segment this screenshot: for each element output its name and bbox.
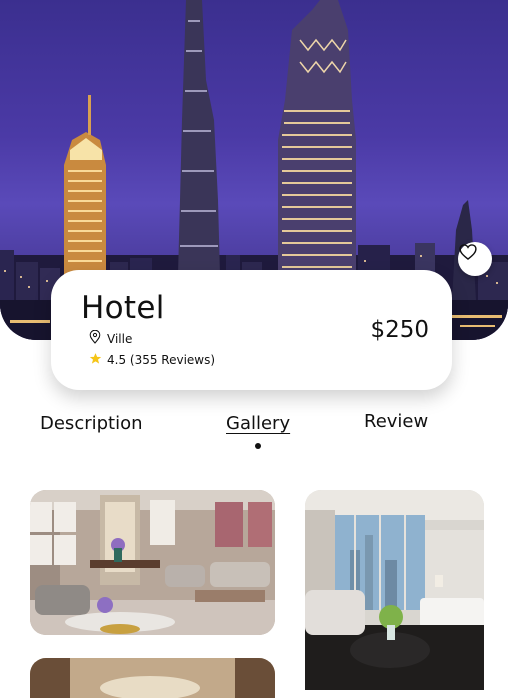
hotel-info-card: Hotel Ville 4.5 (355 Reviews) $250	[51, 270, 452, 390]
hotel-rating: 4.5 (355 Reviews)	[89, 352, 215, 368]
tab-review[interactable]: Review	[364, 411, 428, 432]
active-tab-indicator	[255, 443, 261, 449]
gallery-photo-living-room[interactable]	[30, 490, 275, 635]
star-icon	[89, 352, 102, 368]
rating-label: 4.5 (355 Reviews)	[107, 353, 216, 367]
location-label: Ville	[107, 331, 133, 346]
location-pin-icon	[89, 329, 101, 347]
gallery-photo-bedroom[interactable]	[305, 490, 484, 690]
tab-gallery[interactable]: Gallery	[226, 413, 290, 434]
tab-description[interactable]: Description	[40, 413, 143, 434]
favorite-button[interactable]	[458, 242, 492, 276]
hotel-location: Ville	[89, 329, 133, 347]
hotel-price: $250	[370, 317, 429, 343]
hotel-name: Hotel	[81, 290, 165, 326]
gallery-photo-lobby[interactable]	[30, 658, 275, 698]
